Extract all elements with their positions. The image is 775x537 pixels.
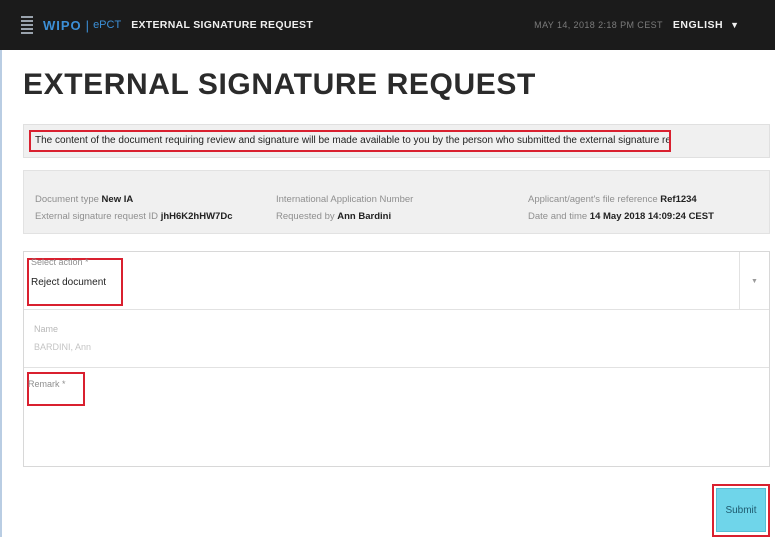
file-reference-value: Ref1234: [660, 194, 697, 205]
details-column-2: International Application Number Request…: [276, 191, 413, 225]
name-label: Name: [34, 324, 59, 334]
logo-wipo-text[interactable]: WIPO: [43, 18, 82, 33]
remark-highlight: [27, 372, 85, 406]
file-reference-line: Applicant/agent's file reference Ref1234: [528, 191, 714, 208]
page-left-border: [0, 50, 2, 537]
select-action-label: Select action *: [31, 257, 89, 267]
remark-field[interactable]: Remark *: [24, 368, 769, 466]
select-action-field[interactable]: Select action * Reject document ▼: [24, 252, 769, 310]
document-type-value: New IA: [101, 194, 134, 205]
remark-input[interactable]: [24, 368, 769, 466]
notice-text: The content of the document requiring re…: [29, 130, 671, 152]
requested-by-label: Requested by: [276, 211, 335, 222]
name-value: BARDINI, Ann: [34, 342, 92, 352]
select-action-value[interactable]: Reject document: [31, 277, 106, 288]
document-type-line: Document type New IA: [35, 191, 232, 208]
ia-number-line: International Application Number: [276, 191, 413, 208]
wipo-logo-icon[interactable]: [20, 15, 34, 35]
date-time-value: 14 May 2018 14:09:24 CEST: [589, 211, 714, 222]
page-title: EXTERNAL SIGNATURE REQUEST: [23, 68, 536, 101]
header-right: MAY 14, 2018 2:18 PM CEST ENGLISH ▼: [534, 19, 739, 31]
caret-down-icon: ▼: [730, 20, 739, 30]
chevron-down-icon: ▼: [751, 277, 758, 285]
requested-by-value: Ann Bardini: [337, 211, 392, 222]
signature-form: Select action * Reject document ▼ Name B…: [23, 251, 770, 467]
request-details-panel: Document type New IA External signature …: [23, 170, 770, 234]
details-column-3: Applicant/agent's file reference Ref1234…: [528, 191, 714, 225]
language-selector[interactable]: ENGLISH ▼: [673, 19, 739, 31]
name-field: Name BARDINI, Ann: [24, 310, 769, 368]
submit-button[interactable]: Submit: [716, 488, 766, 532]
top-header-bar: WIPO | ePCT EXTERNAL SIGNATURE REQUEST M…: [0, 0, 775, 50]
date-time-label: Date and time: [528, 211, 588, 222]
remark-label: Remark *: [28, 379, 66, 389]
request-id-line: External signature request ID jhH6K2hHW7…: [35, 208, 232, 225]
details-column-1: Document type New IA External signature …: [35, 191, 232, 225]
requested-by-line: Requested by Ann Bardini: [276, 208, 413, 225]
file-reference-label: Applicant/agent's file reference: [528, 194, 658, 205]
request-id-value: jhH6K2hHW7Dc: [160, 211, 233, 222]
logo-separator: |: [85, 17, 90, 33]
select-action-dropdown-button[interactable]: ▼: [739, 252, 769, 310]
logo-epct-text[interactable]: ePCT: [93, 19, 121, 31]
language-label: ENGLISH: [672, 19, 724, 31]
header-title: EXTERNAL SIGNATURE REQUEST: [131, 19, 314, 31]
date-time-line: Date and time 14 May 2018 14:09:24 CEST: [528, 208, 714, 225]
request-id-label: External signature request ID: [35, 211, 159, 222]
header-datetime: MAY 14, 2018 2:18 PM CEST: [534, 20, 663, 30]
document-type-label: Document type: [35, 194, 99, 205]
ia-number-label: International Application Number: [276, 194, 414, 205]
